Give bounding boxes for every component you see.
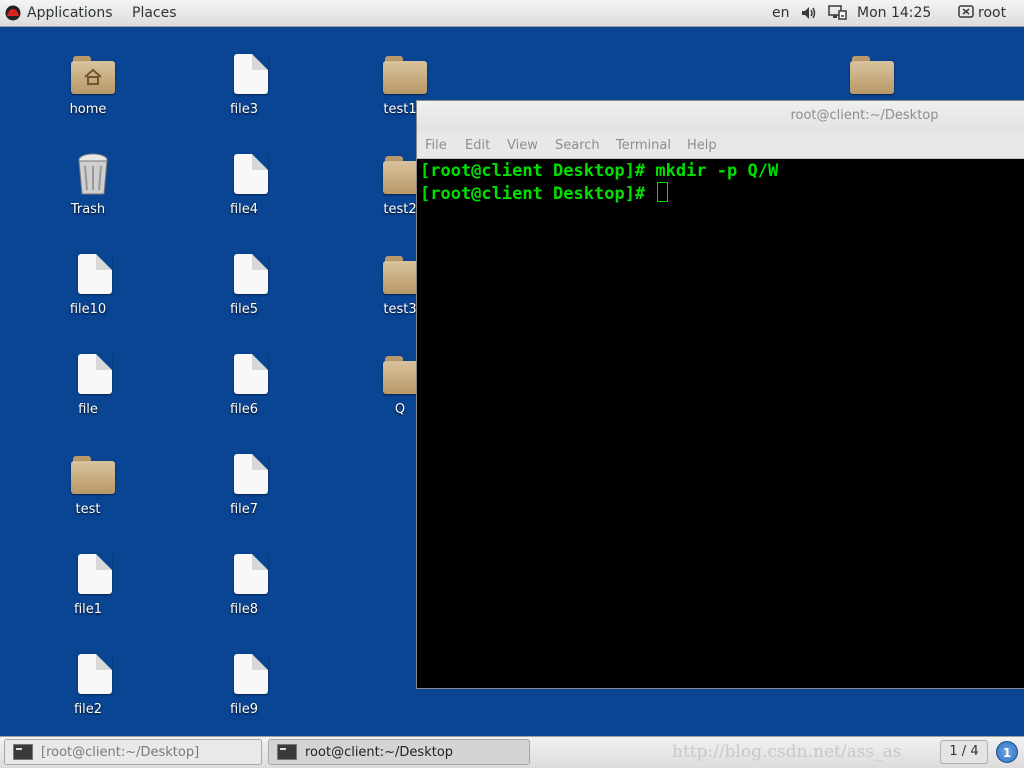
- places-menu[interactable]: Places: [132, 5, 177, 21]
- desktop-icon-label: file7: [229, 502, 259, 517]
- document-icon: [78, 254, 112, 294]
- menu-edit[interactable]: Edit: [465, 138, 490, 153]
- desktop-icon-label: file9: [229, 702, 259, 717]
- desktop-icon-file8[interactable]: file8: [199, 552, 289, 632]
- menu-file[interactable]: File: [425, 138, 447, 153]
- menu-terminal[interactable]: Terminal: [616, 138, 671, 153]
- desktop-icon-label: home: [69, 102, 107, 117]
- redhat-logo-icon: [5, 5, 21, 21]
- watermark-text: http://blog.csdn.net/ass_as: [672, 742, 902, 762]
- document-icon: [234, 254, 268, 294]
- desktop-icon-file2[interactable]: file2: [43, 652, 133, 732]
- notification-badge-icon[interactable]: 1: [996, 741, 1018, 763]
- desktop-icon-file5[interactable]: file5: [199, 252, 289, 332]
- terminal-window[interactable]: root@client:~/Desktop File Edit View Sea…: [416, 100, 1024, 689]
- desktop-icon-file4[interactable]: file4: [199, 152, 289, 232]
- network-icon[interactable]: [828, 4, 848, 22]
- desktop-icon-label: file3: [229, 102, 259, 117]
- home-folder-icon: [71, 56, 115, 94]
- desktop-icon-test[interactable]: test: [43, 452, 133, 532]
- desktop-icon-file[interactable]: file: [43, 352, 133, 432]
- user-icon: [958, 5, 974, 18]
- terminal-line: [root@client Desktop]#: [420, 184, 656, 204]
- desktop-icon-file10[interactable]: file10: [43, 252, 133, 332]
- desktop-icon-file3[interactable]: file3: [199, 52, 289, 132]
- terminal-icon: [13, 744, 33, 760]
- terminal-title: root@client:~/Desktop: [790, 108, 939, 123]
- terminal-titlebar[interactable]: root@client:~/Desktop: [417, 101, 1024, 131]
- language-indicator[interactable]: en: [772, 5, 790, 21]
- user-menu[interactable]: root: [978, 5, 1006, 21]
- desktop-icon-label: test: [75, 502, 101, 517]
- terminal-line: [root@client Desktop]# mkdir -p Q/W: [420, 161, 779, 181]
- menu-help[interactable]: Help: [687, 138, 717, 153]
- taskbar-window-label: [root@client:~/Desktop]: [41, 745, 200, 760]
- workspace-indicator[interactable]: 1 / 4: [940, 740, 988, 764]
- desktop-icon-label: file4: [229, 202, 259, 217]
- desktop-icon-label: file1: [73, 602, 103, 617]
- desktop-icon-label: file2: [73, 702, 103, 717]
- desktop-icon-file7[interactable]: file7: [199, 452, 289, 532]
- taskbar-window-label: root@client:~/Desktop: [305, 745, 454, 760]
- desktop-icon-label: file6: [229, 402, 259, 417]
- clock[interactable]: Mon 14:25: [857, 5, 931, 21]
- applications-menu[interactable]: Applications: [27, 5, 113, 21]
- document-icon: [78, 654, 112, 694]
- taskbar-window-button[interactable]: [root@client:~/Desktop]: [4, 739, 262, 765]
- desktop-icon-file6[interactable]: file6: [199, 352, 289, 432]
- desktop-icon-trash[interactable]: Trash: [43, 152, 133, 232]
- desktop-icon-file1[interactable]: file1: [43, 552, 133, 632]
- document-icon: [234, 454, 268, 494]
- top-panel: Applications Places en Mon 14:25 root: [0, 0, 1024, 27]
- terminal-menubar: File Edit View Search Terminal Help: [417, 131, 1024, 159]
- terminal-icon: [277, 744, 297, 760]
- document-icon: [234, 654, 268, 694]
- document-icon: [234, 554, 268, 594]
- terminal-screen[interactable]: [root@client Desktop]# mkdir -p Q/W [roo…: [420, 160, 1024, 688]
- document-icon: [78, 354, 112, 394]
- menu-view[interactable]: View: [507, 138, 538, 153]
- desktop-icon-home[interactable]: home: [43, 52, 133, 132]
- desktop-icon-label: file: [78, 402, 98, 417]
- document-icon: [234, 354, 268, 394]
- document-icon: [78, 554, 112, 594]
- desktop-icon-label: file8: [229, 602, 259, 617]
- folder-icon: [71, 456, 115, 494]
- terminal-cursor: [657, 182, 669, 202]
- desktop-icon-file9[interactable]: file9: [199, 652, 289, 732]
- folder-icon: [850, 56, 894, 94]
- document-icon: [234, 154, 268, 194]
- trash-icon: [78, 153, 108, 195]
- desktop-icon-label: file5: [229, 302, 259, 317]
- desktop-icon-label: Trash: [70, 202, 106, 217]
- menu-search[interactable]: Search: [555, 138, 600, 153]
- volume-icon[interactable]: [800, 4, 818, 22]
- bottom-panel: [root@client:~/Desktop] root@client:~/De…: [0, 736, 1024, 768]
- taskbar-window-button-active[interactable]: root@client:~/Desktop: [268, 739, 530, 765]
- folder-icon: [383, 56, 427, 94]
- document-icon: [234, 54, 268, 94]
- desktop-icon-label: file10: [69, 302, 107, 317]
